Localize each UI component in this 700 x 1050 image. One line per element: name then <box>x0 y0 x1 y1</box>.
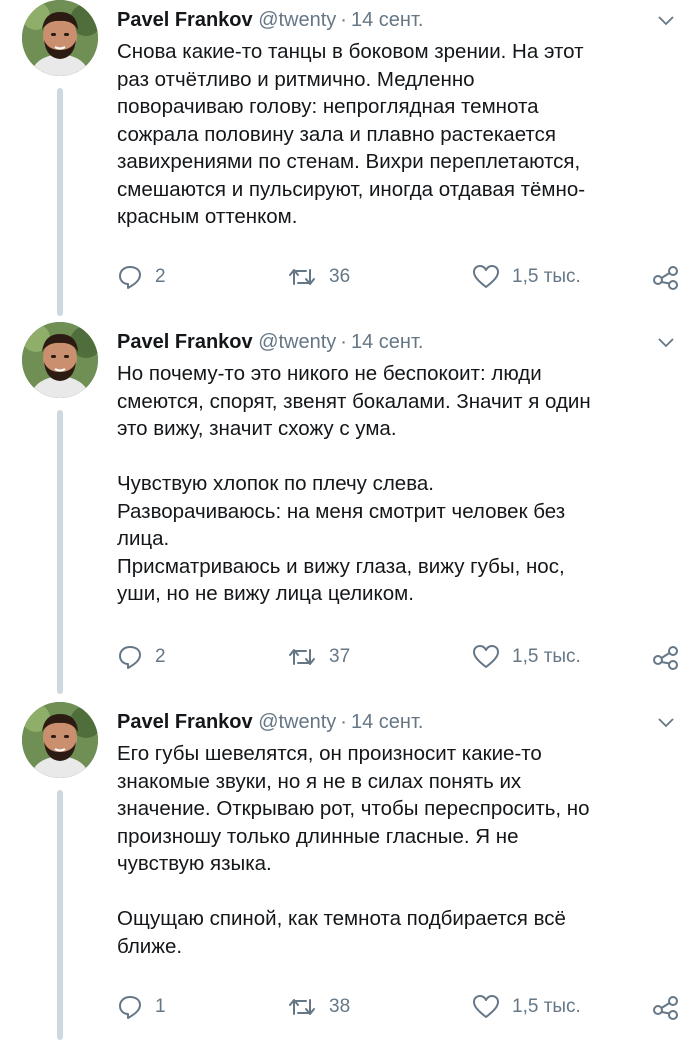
retweet-count: 38 <box>329 996 351 1017</box>
share-button[interactable] <box>652 992 680 1022</box>
tweet-line: лица. <box>117 527 170 550</box>
avatar[interactable] <box>22 702 98 778</box>
separator-dot: · <box>340 9 347 31</box>
retweet-button[interactable]: 36 <box>287 262 350 292</box>
tweet-line: знакомые звуки, но я не в силах понять и… <box>117 769 522 793</box>
share-icon <box>653 996 678 1020</box>
like-button[interactable]: 1,5 тыс. <box>472 262 581 292</box>
avatar[interactable] <box>22 322 98 398</box>
reply-icon <box>119 996 141 1019</box>
reply-button[interactable]: 2 <box>117 642 166 672</box>
reply-count: 2 <box>155 646 166 667</box>
chevron-down-icon[interactable] <box>656 10 676 30</box>
tweet[interactable]: Pavel Frankov @twenty · 14 сент. Снова как… <box>0 0 700 320</box>
heart-icon <box>473 265 499 288</box>
avatar[interactable] <box>22 0 98 76</box>
retweet-icon <box>289 649 315 665</box>
tweet-date[interactable]: 14 сент. <box>351 331 423 353</box>
retweet-button[interactable]: 38 <box>287 992 350 1022</box>
tweet-line: произношу только длинные гласные. Я не <box>117 824 519 848</box>
retweet-icon <box>289 269 315 285</box>
share-icon <box>653 266 678 290</box>
like-count: 1,5 тыс. <box>512 646 581 667</box>
tweet-date[interactable]: 14 сент. <box>351 9 423 31</box>
tweet-text: Снова какие-то танцы в боковом зрении. Н… <box>117 38 687 231</box>
chevron-down-icon[interactable] <box>656 332 676 352</box>
retweet-icon <box>289 999 315 1015</box>
tweet-line: Разворачиваюсь: на меня смотрит человек … <box>117 499 566 523</box>
reply-button[interactable]: 1 <box>117 992 166 1022</box>
like-count: 1,5 тыс. <box>512 996 581 1017</box>
tweet-line: завихрениями по стенам. Вихри переплетаю… <box>117 150 581 173</box>
share-button[interactable] <box>652 262 680 292</box>
tweet-line: ближе. <box>117 934 183 958</box>
tweet-actions: 1 38 1,5 тыс. <box>117 992 687 1022</box>
tweet-line: это вижу, значит схожу с ума. <box>117 417 397 440</box>
tweet-line: смешаются и пульсируют, иногда отдавая т… <box>117 177 586 201</box>
share-icon <box>653 646 678 670</box>
like-button[interactable]: 1,5 тыс. <box>472 992 581 1022</box>
retweet-button[interactable]: 37 <box>287 642 350 672</box>
tweet-line: Ощущаю спиной, как темнота подбирается в… <box>117 907 566 930</box>
tweet-line: Но почему-то это никого не беспокоит: лю… <box>117 362 542 385</box>
tweet-line: значение. Открываю рот, чтобы переспроси… <box>117 797 590 820</box>
heart-icon <box>473 995 499 1018</box>
like-button[interactable]: 1,5 тыс. <box>472 642 581 672</box>
thread-connector-line <box>57 88 63 316</box>
author-name[interactable]: Pavel Frankov <box>117 331 253 353</box>
tweet-line: Присматриваюсь и вижу глаза, вижу губы, … <box>117 554 565 578</box>
tweet-line: раз отчётливо и ритмично. Медленно <box>117 67 475 91</box>
reply-button[interactable]: 2 <box>117 262 166 292</box>
reply-count: 1 <box>155 996 166 1017</box>
thread-connector-line <box>57 790 63 1040</box>
tweet-header: Pavel Frankov @twenty · 14 сент. <box>117 6 680 34</box>
author-name[interactable]: Pavel Frankov <box>117 711 253 733</box>
retweet-count: 37 <box>329 646 351 667</box>
thread-connector-line <box>57 410 63 694</box>
tweet-header: Pavel Frankov @twenty · 14 сент. <box>117 328 680 356</box>
tweet-date[interactable]: 14 сент. <box>351 711 423 733</box>
tweet[interactable]: Pavel Frankov @twenty · 14 сент. Но почему… <box>0 322 700 700</box>
tweet-line: поворачиваю голову: непроглядная темнота <box>117 95 539 118</box>
tweet-actions: 2 37 1,5 тыс. <box>117 642 687 672</box>
tweet-line: красным оттенком. <box>117 205 298 228</box>
tweet[interactable]: Pavel Frankov @twenty · 14 сент. Его губы … <box>0 702 700 1048</box>
tweet-text: Его губы шевелятся, он произносит какие-… <box>117 740 687 960</box>
author-handle[interactable]: @twenty <box>258 711 336 733</box>
tweet-thread: Pavel Frankov @twenty · 14 сент. Снова как… <box>0 0 700 1050</box>
tweet-line: Снова какие-то танцы в боковом зрении. Н… <box>117 40 584 63</box>
separator-dot: · <box>340 331 347 353</box>
tweet-line: Чувствую хлопок по плечу слева. <box>117 472 434 495</box>
reply-count: 2 <box>155 266 166 287</box>
tweet-text: Но почему-то это никого не беспокоит: лю… <box>117 360 687 608</box>
separator-dot: · <box>340 711 347 733</box>
author-handle[interactable]: @twenty <box>258 9 336 31</box>
tweet-line: Его губы шевелятся, он произносит какие-… <box>117 742 542 765</box>
tweet-header: Pavel Frankov @twenty · 14 сент. <box>117 708 680 736</box>
author-name[interactable]: Pavel Frankov <box>117 9 253 31</box>
tweet-line: чувствую языка. <box>117 852 272 875</box>
retweet-count: 36 <box>329 266 351 287</box>
author-handle[interactable]: @twenty <box>258 331 336 353</box>
share-button[interactable] <box>652 642 680 672</box>
chevron-down-icon[interactable] <box>656 712 676 732</box>
like-count: 1,5 тыс. <box>512 266 581 287</box>
tweet-line: уши, но не вижу лица целиком. <box>117 582 414 605</box>
reply-icon <box>119 266 141 289</box>
reply-icon <box>119 646 141 669</box>
tweet-line: сожрала половину зала и плавно растекает… <box>117 122 556 146</box>
heart-icon <box>473 645 499 668</box>
tweet-line: смеются, спорят, звенят бокалами. Значит… <box>117 389 591 413</box>
tweet-actions: 2 36 1,5 тыс. <box>117 262 687 292</box>
